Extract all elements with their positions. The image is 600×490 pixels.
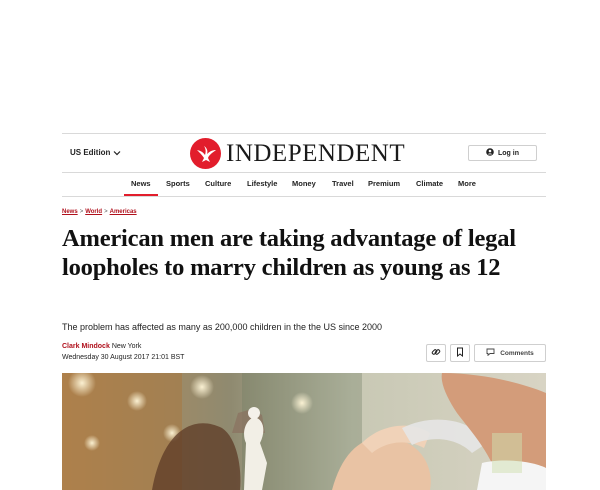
publish-date: Wednesday 30 August 2017 21:01 BST bbox=[62, 354, 185, 361]
bookmark-button[interactable] bbox=[450, 344, 470, 362]
edition-label: US Edition bbox=[70, 148, 111, 157]
eagle-icon bbox=[190, 138, 221, 169]
hero-photo-illustration bbox=[62, 373, 546, 490]
breadcrumb-americas[interactable]: Americas bbox=[110, 209, 137, 215]
nav-item-climate[interactable]: Climate bbox=[416, 179, 443, 188]
breadcrumb-separator: > bbox=[104, 209, 108, 215]
bookmark-icon bbox=[456, 344, 464, 362]
nav-item-news[interactable]: News bbox=[131, 179, 151, 188]
nav-item-more[interactable]: More bbox=[458, 179, 476, 188]
nav-item-premium[interactable]: Premium bbox=[368, 179, 400, 188]
breadcrumb-separator: > bbox=[79, 209, 84, 215]
nav-item-lifestyle[interactable]: Lifestyle bbox=[247, 179, 277, 188]
nav-item-travel[interactable]: Travel bbox=[332, 179, 354, 188]
author-link[interactable]: Clark Mindock bbox=[62, 343, 110, 350]
header-top-rule bbox=[62, 133, 546, 134]
comment-icon bbox=[486, 348, 495, 358]
breadcrumb: News > World > Americas bbox=[62, 209, 137, 215]
author-location: New York bbox=[111, 343, 142, 350]
main-nav: News Sports Culture Lifestyle Money Trav… bbox=[0, 173, 600, 197]
nav-item-money[interactable]: Money bbox=[292, 179, 316, 188]
edition-selector[interactable]: US Edition bbox=[70, 148, 121, 157]
site-logo[interactable]: INDEPENDENT bbox=[190, 138, 405, 169]
article-headline: American men are taking advantage of leg… bbox=[62, 225, 516, 281]
byline: Clark Mindock New York bbox=[62, 343, 141, 350]
article-standfirst: The problem has affected as many as 200,… bbox=[62, 322, 383, 332]
link-icon bbox=[431, 344, 441, 362]
logo-wordmark: INDEPENDENT bbox=[226, 140, 406, 167]
nav-item-sports[interactable]: Sports bbox=[166, 179, 190, 188]
chevron-down-icon bbox=[113, 150, 121, 156]
login-button[interactable]: Log in bbox=[468, 145, 537, 161]
breadcrumb-world[interactable]: World bbox=[85, 209, 102, 215]
share-link-button[interactable] bbox=[426, 344, 446, 362]
user-icon bbox=[486, 148, 494, 158]
hero-image bbox=[62, 373, 546, 490]
login-label: Log in bbox=[498, 149, 519, 157]
nav-item-culture[interactable]: Culture bbox=[205, 179, 231, 188]
nav-bottom-rule bbox=[62, 196, 546, 197]
comments-label: Comments bbox=[500, 349, 534, 357]
comments-button[interactable]: Comments bbox=[474, 344, 546, 362]
breadcrumb-news[interactable]: News bbox=[62, 209, 78, 215]
